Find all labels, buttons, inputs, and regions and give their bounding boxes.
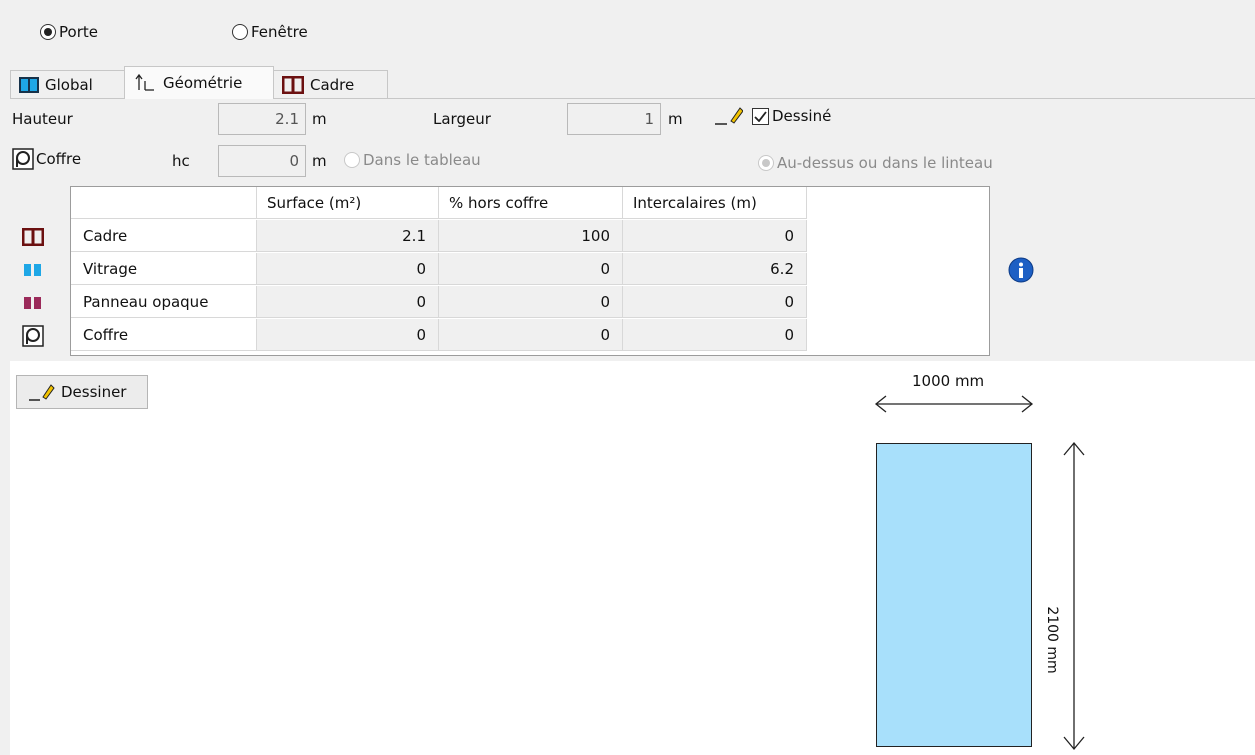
radio-fenetre-indicator[interactable] — [232, 24, 248, 40]
hc-input[interactable]: 0 — [218, 145, 306, 177]
height-dimension-label: 2100 mm — [1044, 606, 1060, 674]
table-header: Surface (m²) — [257, 187, 439, 219]
coffre-label: Coffre — [36, 150, 82, 168]
radio-porte[interactable]: Porte — [40, 20, 98, 44]
table-cell[interactable]: 0 — [257, 253, 439, 285]
frame-icon — [22, 226, 44, 248]
table-header: % hors coffre — [439, 187, 623, 219]
table-cell[interactable]: 0 — [257, 319, 439, 351]
radio-fenetre[interactable]: Fenêtre — [232, 20, 308, 44]
frame-icon — [282, 75, 304, 94]
width-dimension-label: 1000 mm — [912, 372, 985, 390]
table-cell[interactable]: 0 — [257, 286, 439, 318]
hc-unit: m — [312, 152, 327, 170]
dessine-checkbox-box[interactable] — [752, 107, 769, 125]
table-cell[interactable]: 6.2 — [623, 253, 807, 285]
results-table: Surface (m²) % hors coffre Intercalaires… — [70, 186, 990, 356]
radio-porte-label: Porte — [59, 23, 98, 41]
radio-dans-tableau-indicator[interactable] — [344, 152, 360, 168]
table-cell[interactable]: 0 — [623, 319, 807, 351]
radio-porte-indicator[interactable] — [40, 24, 56, 40]
tab-global-label: Global — [45, 75, 93, 94]
table-cell[interactable]: 0 — [623, 286, 807, 318]
table-header: Intercalaires (m) — [623, 187, 807, 219]
hauteur-unit: m — [312, 110, 327, 128]
table-cell[interactable]: 0 — [439, 253, 623, 285]
pencil-icon — [29, 384, 55, 401]
table-cell[interactable]: 0 — [439, 319, 623, 351]
radio-au-dessus[interactable]: Au-dessus ou dans le linteau — [758, 151, 993, 175]
dimension-icon — [135, 73, 154, 91]
table-row-label: Vitrage — [71, 253, 257, 285]
tab-cadre[interactable]: Cadre — [273, 70, 388, 98]
table-cell[interactable]: 0 — [623, 220, 807, 252]
radio-dans-tableau-label: Dans le tableau — [363, 151, 481, 169]
dessiner-button[interactable]: Dessiner — [16, 375, 148, 409]
door-preview-rect — [876, 443, 1032, 747]
hauteur-input[interactable]: 2.1 — [218, 103, 306, 135]
tab-cadre-label: Cadre — [310, 75, 355, 94]
shutter-box-icon — [22, 325, 44, 347]
radio-au-dessus-label: Au-dessus ou dans le linteau — [777, 154, 993, 172]
table-row-label: Cadre — [71, 220, 257, 252]
glazing-icon — [19, 76, 39, 93]
table-row-label: Panneau opaque — [71, 286, 257, 318]
hc-label: hc — [172, 152, 190, 170]
pencil-icon[interactable] — [713, 104, 744, 132]
largeur-label: Largeur — [433, 110, 491, 128]
radio-au-dessus-indicator[interactable] — [758, 155, 774, 171]
table-header-empty — [71, 187, 257, 219]
dessiner-button-label: Dessiner — [61, 383, 127, 401]
radio-fenetre-label: Fenêtre — [251, 23, 308, 41]
tab-bar: Global Géométrie Cadre — [10, 66, 390, 99]
info-icon[interactable] — [1008, 257, 1034, 287]
dessine-checkbox[interactable]: Dessiné — [752, 107, 831, 125]
opaque-panel-icon — [22, 292, 44, 314]
tab-geometrie-label: Géométrie — [163, 74, 243, 92]
coffre-checkbox[interactable]: Coffre — [12, 148, 81, 170]
table-row-label: Coffre — [71, 319, 257, 351]
largeur-input[interactable]: 1 — [567, 103, 661, 135]
dessine-label: Dessiné — [772, 107, 832, 125]
width-dimension-arrow — [874, 395, 1034, 413]
table-cell[interactable]: 2.1 — [257, 220, 439, 252]
radio-dans-tableau[interactable]: Dans le tableau — [344, 148, 481, 172]
hauteur-label: Hauteur — [12, 110, 73, 128]
table-cell[interactable]: 0 — [439, 286, 623, 318]
glazing-icon — [22, 259, 44, 281]
largeur-unit: m — [668, 110, 683, 128]
tab-global[interactable]: Global — [10, 70, 125, 98]
height-dimension-arrow — [1063, 441, 1085, 751]
shutter-box-icon — [12, 148, 34, 170]
table-cell[interactable]: 100 — [439, 220, 623, 252]
tab-geometrie[interactable]: Géométrie — [124, 66, 274, 99]
